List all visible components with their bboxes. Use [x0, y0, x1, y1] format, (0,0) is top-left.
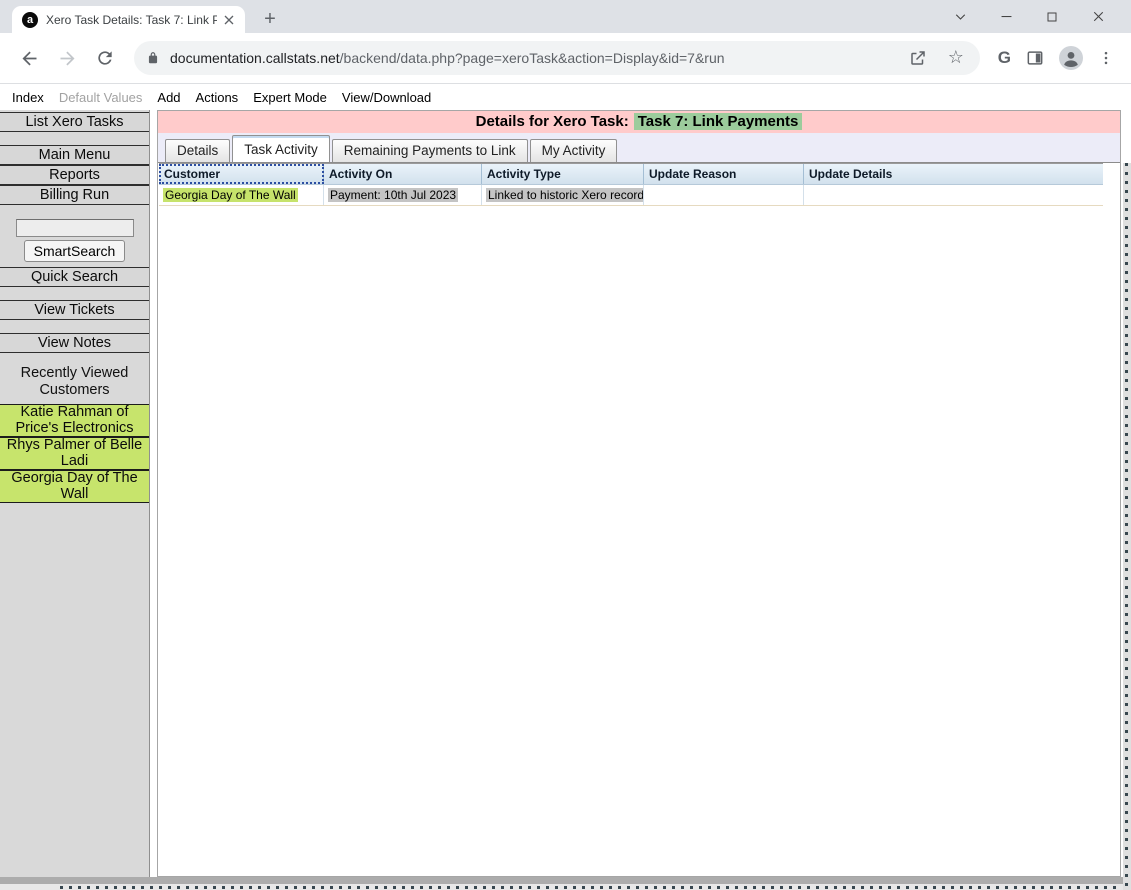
menu-item-index[interactable]: Index [12, 90, 44, 105]
browser-window: a Xero Task Details: Task 7: Link Pay + [0, 0, 1131, 890]
window-titlebar: a Xero Task Details: Task 7: Link Pay + [0, 0, 1131, 33]
update-reason-cell [644, 185, 804, 205]
app-menu-bar: Index Default Values Add Actions Expert … [0, 84, 1131, 110]
table-row[interactable]: Georgia Day of The Wall Payment: 10th Ju… [159, 185, 1103, 206]
window-close-button[interactable] [1075, 2, 1121, 32]
url-text: documentation.callstats.net/backend/data… [170, 50, 725, 66]
site-favicon-icon: a [22, 11, 38, 28]
smartsearch-input[interactable] [15, 219, 134, 237]
window-maximize-button[interactable] [1029, 2, 1075, 32]
tab-close-icon[interactable] [221, 12, 237, 28]
sidebar-item-billing-run[interactable]: Billing Run [0, 185, 149, 205]
new-tab-button[interactable]: + [258, 8, 282, 32]
sidebar-item-reports[interactable]: Reports [0, 165, 149, 185]
share-icon[interactable] [906, 46, 930, 70]
page-title: Details for Xero Task: Task 7: Link Payme… [158, 111, 1120, 133]
recent-customer-link[interactable]: Rhys Palmer of Belle Ladi [0, 437, 149, 470]
sidebar-item-view-notes[interactable]: View Notes [0, 333, 149, 353]
customer-link[interactable]: Georgia Day of The Wall [163, 188, 298, 202]
back-icon[interactable] [16, 45, 42, 71]
menu-item-expert-mode[interactable]: Expert Mode [253, 90, 327, 105]
menu-item-add[interactable]: Add [157, 90, 180, 105]
recently-viewed-customers-label: Recently Viewed Customers [20, 365, 129, 398]
profile-avatar[interactable] [1059, 46, 1083, 70]
bookmark-star-icon[interactable]: ☆ [944, 46, 968, 70]
activity-table: Customer Activity On Activity Type Updat… [159, 163, 1103, 206]
activity-type-value: Linked to historic Xero record [486, 188, 643, 202]
sidebar-item-quick-search[interactable]: Quick Search [0, 267, 149, 287]
recent-customer-link[interactable]: Georgia Day of The Wall [0, 470, 149, 503]
tab-details[interactable]: Details [165, 139, 231, 162]
column-header-activity-on[interactable]: Activity On [324, 164, 482, 184]
task-name-highlight: Task 7: Link Payments [633, 113, 803, 130]
lock-icon [148, 52, 158, 64]
menu-item-actions[interactable]: Actions [196, 90, 239, 105]
reload-icon[interactable] [92, 45, 118, 71]
sidebar-item-main-menu[interactable]: Main Menu [0, 145, 149, 165]
column-header-activity-type[interactable]: Activity Type [482, 164, 644, 184]
tab-remaining-payments[interactable]: Remaining Payments to Link [331, 139, 528, 162]
sidebar-item-list-xero-tasks[interactable]: List Xero Tasks [0, 112, 149, 132]
column-header-update-details[interactable]: Update Details [804, 164, 1103, 184]
browser-toolbar: documentation.callstats.net/backend/data… [0, 33, 1131, 84]
menu-item-view-download[interactable]: View/Download [342, 90, 431, 105]
google-g-icon[interactable]: G [998, 48, 1011, 68]
sidebar: List Xero Tasks Main Menu Reports Billin… [0, 110, 150, 877]
window-bottom-band [0, 877, 1131, 884]
browser-tab[interactable]: a Xero Task Details: Task 7: Link Pay [12, 6, 245, 33]
tab-my-activity[interactable]: My Activity [529, 139, 618, 162]
window-chevron-down-icon[interactable] [937, 2, 983, 32]
menu-item-default-values: Default Values [58, 89, 143, 105]
side-panel-icon[interactable] [1025, 48, 1045, 68]
browser-tab-title: Xero Task Details: Task 7: Link Pay [46, 12, 217, 27]
sidebar-item-view-tickets[interactable]: View Tickets [0, 300, 149, 320]
browser-menu-dots-icon[interactable] [1097, 49, 1115, 67]
detail-tabstrip: Details Task Activity Remaining Payments… [158, 133, 1120, 163]
page-content: Details for Xero Task: Task 7: Link Payme… [157, 110, 1121, 877]
update-details-cell [804, 185, 1103, 205]
tab-task-activity[interactable]: Task Activity [232, 135, 330, 162]
right-dotted-strip [1123, 163, 1131, 890]
recent-customer-link[interactable]: Katie Rahman of Price's Electronics [0, 404, 149, 437]
window-minimize-button[interactable] [983, 2, 1029, 32]
table-header-row: Customer Activity On Activity Type Updat… [159, 163, 1103, 185]
smartsearch-button[interactable]: SmartSearch [23, 240, 126, 262]
forward-icon[interactable] [54, 45, 80, 71]
column-header-update-reason[interactable]: Update Reason [644, 164, 804, 184]
bottom-dotted-strip [0, 884, 1131, 890]
column-header-customer[interactable]: Customer [159, 164, 324, 184]
activity-on-value: Payment: 10th Jul 2023 [328, 188, 459, 202]
address-bar[interactable]: documentation.callstats.net/backend/data… [134, 41, 980, 75]
